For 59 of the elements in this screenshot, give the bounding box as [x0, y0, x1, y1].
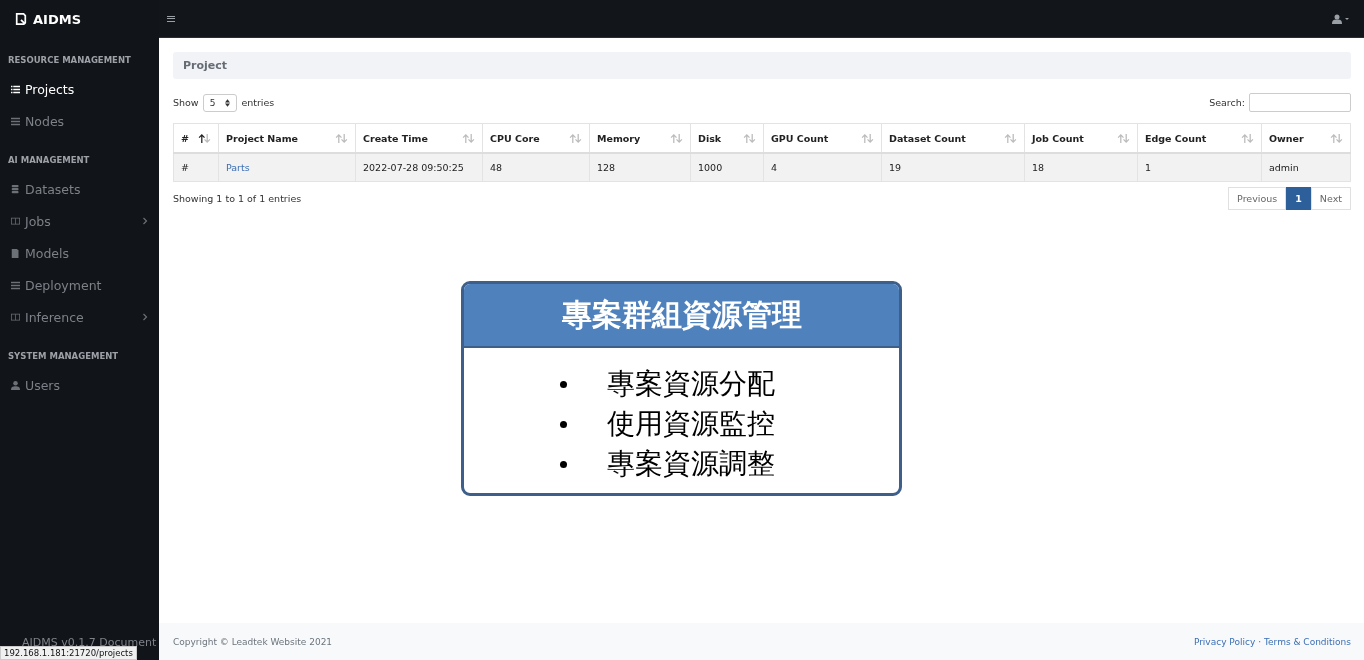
sidebar-item[interactable]: Projects — [0, 73, 159, 105]
sidebar-item[interactable]: Inference — [0, 301, 159, 333]
table-cell: 1 — [1137, 153, 1262, 182]
search-label: Search: — [1209, 97, 1245, 108]
sidebar-heading: AI MANAGEMENT — [7, 154, 91, 167]
database-icon — [11, 184, 20, 194]
sidebar-heading: RESOURCE MANAGEMENT — [7, 54, 132, 67]
bars-icon — [11, 280, 20, 290]
table-cell: 2022-07-28 09:50:25 — [355, 153, 483, 182]
table-cell: 128 — [589, 153, 691, 182]
sidebar-item[interactable]: Nodes — [0, 105, 159, 137]
sidebar-item[interactable]: Users — [0, 369, 159, 401]
show-label: Show — [173, 97, 199, 108]
sidebar-item[interactable]: Models — [0, 237, 159, 269]
project-link[interactable]: Parts — [218, 153, 356, 182]
table-cell: 18 — [1024, 153, 1138, 182]
table-info: Showing 1 to 1 of 1 entries — [173, 193, 302, 204]
footer-link[interactable]: Privacy Policy — [1193, 636, 1256, 647]
link-separator: · — [1258, 636, 1262, 647]
panel-icon — [11, 216, 20, 226]
bullet-text: 專案資源分配 — [607, 366, 775, 402]
sidebar-item[interactable]: Datasets — [0, 173, 159, 205]
entries-label: entries — [241, 97, 275, 108]
callout-title: 專案群組資源管理 — [561, 295, 802, 334]
sidebar-heading: SYSTEM MANAGEMENT — [7, 350, 120, 363]
table-cell: admin — [1261, 153, 1351, 182]
logo-icon — [15, 13, 27, 25]
table-cell: 19 — [881, 153, 1025, 182]
bars-icon — [11, 116, 20, 126]
bullet-icon — [560, 380, 567, 388]
chevron-icon — [141, 313, 149, 321]
panel-icon — [11, 312, 20, 322]
entries-select[interactable]: 5 — [202, 93, 238, 112]
document-icon — [11, 248, 20, 258]
sidebar-footer-link[interactable]: AIDMS v0.1.7 Document — [22, 636, 157, 649]
brand-name: AIDMS — [33, 11, 81, 27]
table-cell: 48 — [482, 153, 590, 182]
bullet-icon — [560, 460, 567, 468]
search-field[interactable] — [1249, 93, 1351, 112]
user-icon — [11, 380, 20, 390]
pagination-button[interactable]: Previous — [1228, 187, 1287, 210]
pagination-button[interactable]: Next — [1310, 187, 1351, 210]
footer-link[interactable]: Terms & Conditions — [1264, 636, 1351, 647]
chevron-icon — [141, 217, 149, 225]
copyright-text: Copyright © Leadtek Website 2021 — [173, 636, 333, 647]
pagination-button[interactable]: 1 — [1286, 187, 1311, 210]
table-cell: # — [173, 153, 219, 182]
sidebar-item[interactable]: Deployment — [0, 269, 159, 301]
card-title: Project — [183, 59, 228, 72]
list-icon — [11, 84, 20, 94]
table-cell: 1000 — [690, 153, 764, 182]
user-menu-icon[interactable] — [1332, 13, 1350, 24]
bullet-icon — [560, 420, 567, 428]
status-url-tooltip: 192.168.1.181:21720/projects — [0, 646, 137, 660]
updown-icon — [225, 98, 231, 107]
table-cell: 4 — [763, 153, 882, 182]
sidebar-item[interactable]: Jobs — [0, 205, 159, 237]
bullet-text: 使用資源監控 — [607, 406, 775, 442]
bullet-text: 專案資源調整 — [607, 446, 775, 482]
